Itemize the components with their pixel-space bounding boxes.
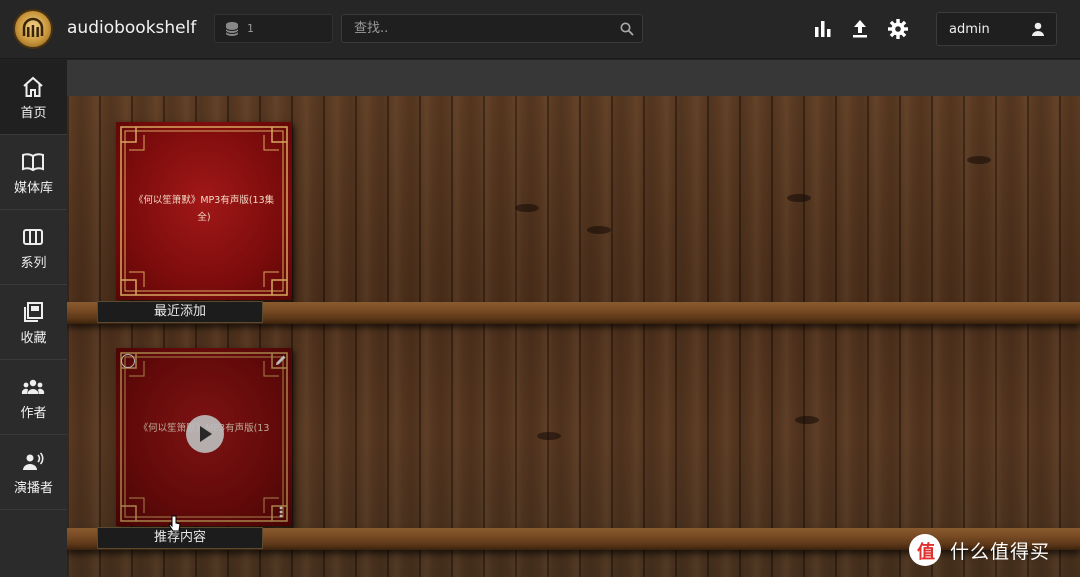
sidebar-item-label: 媒体库 xyxy=(13,181,53,196)
sidebar-item-label: 收藏 xyxy=(20,331,47,346)
more-options-icon[interactable] xyxy=(279,506,283,518)
sidebar-item-series[interactable]: 系列 xyxy=(0,210,67,285)
select-checkbox[interactable] xyxy=(121,354,135,368)
wood-knot xyxy=(795,416,819,424)
sidebar-item-label: 演播者 xyxy=(13,481,53,496)
wood-knot xyxy=(515,204,539,212)
shelf-label: 最近添加 xyxy=(97,301,263,323)
search-input[interactable] xyxy=(342,15,612,42)
sidebar-item-authors[interactable]: 作者 xyxy=(0,360,67,435)
edit-icon[interactable] xyxy=(275,354,287,366)
wood-knot xyxy=(967,156,991,164)
sidebar: 首页 媒体库 系列 收藏 作者 演播者 xyxy=(0,60,67,577)
upload-icon[interactable] xyxy=(849,18,871,40)
people-icon xyxy=(21,379,45,394)
play-button[interactable] xyxy=(186,415,224,453)
search-icon[interactable] xyxy=(620,22,634,36)
watermark-text: 什么值得买 xyxy=(950,541,1051,563)
user-icon xyxy=(1032,22,1044,36)
stats-icon[interactable] xyxy=(812,18,834,40)
play-icon xyxy=(200,426,212,442)
sidebar-item-label: 系列 xyxy=(20,256,47,271)
sidebar-item-narrators[interactable]: 演播者 xyxy=(0,435,67,510)
sidebar-item-library[interactable]: 媒体库 xyxy=(0,135,67,210)
mouse-cursor-icon xyxy=(168,515,181,532)
book-open-icon xyxy=(22,153,44,172)
library-selector[interactable]: 1 xyxy=(214,14,333,43)
username: admin xyxy=(949,22,990,37)
sidebar-item-label: 作者 xyxy=(20,406,47,421)
sidebar-item-label: 首页 xyxy=(20,106,47,121)
columns-icon xyxy=(23,229,43,245)
user-menu[interactable]: admin xyxy=(936,12,1057,46)
library-toolbar xyxy=(67,60,1080,96)
search-box[interactable] xyxy=(341,14,643,43)
library-count: 1 xyxy=(247,22,254,35)
sidebar-item-collections[interactable]: 收藏 xyxy=(0,285,67,360)
watermark-logo-icon: 值 xyxy=(909,534,941,566)
database-icon xyxy=(225,22,239,36)
narrator-icon xyxy=(23,452,44,470)
collections-icon xyxy=(24,302,43,322)
top-bar: audiobookshelf 1 adm xyxy=(0,0,1080,59)
book-title: 《何以笙箫默》MP3有声版(13集全) xyxy=(133,195,275,223)
watermark: 值 什么值得买 xyxy=(906,532,1076,568)
wood-knot xyxy=(537,432,561,440)
app-title[interactable]: audiobookshelf xyxy=(67,18,196,38)
wood-knot xyxy=(787,194,811,202)
sidebar-item-home[interactable]: 首页 xyxy=(0,60,67,135)
app-logo-icon[interactable] xyxy=(13,9,53,49)
wood-knot xyxy=(587,226,611,234)
settings-icon[interactable] xyxy=(887,18,909,40)
book-cover[interactable]: 《何以笙箫默》MP3有声版(13 xyxy=(116,348,292,526)
home-icon xyxy=(23,76,43,97)
book-cover[interactable]: 《何以笙箫默》MP3有声版(13集全) xyxy=(116,122,292,300)
bookshelf-area: 《何以笙箫默》MP3有声版(13集全) 最近添加 《何以笙箫默》MP3有声版(1… xyxy=(67,96,1080,577)
